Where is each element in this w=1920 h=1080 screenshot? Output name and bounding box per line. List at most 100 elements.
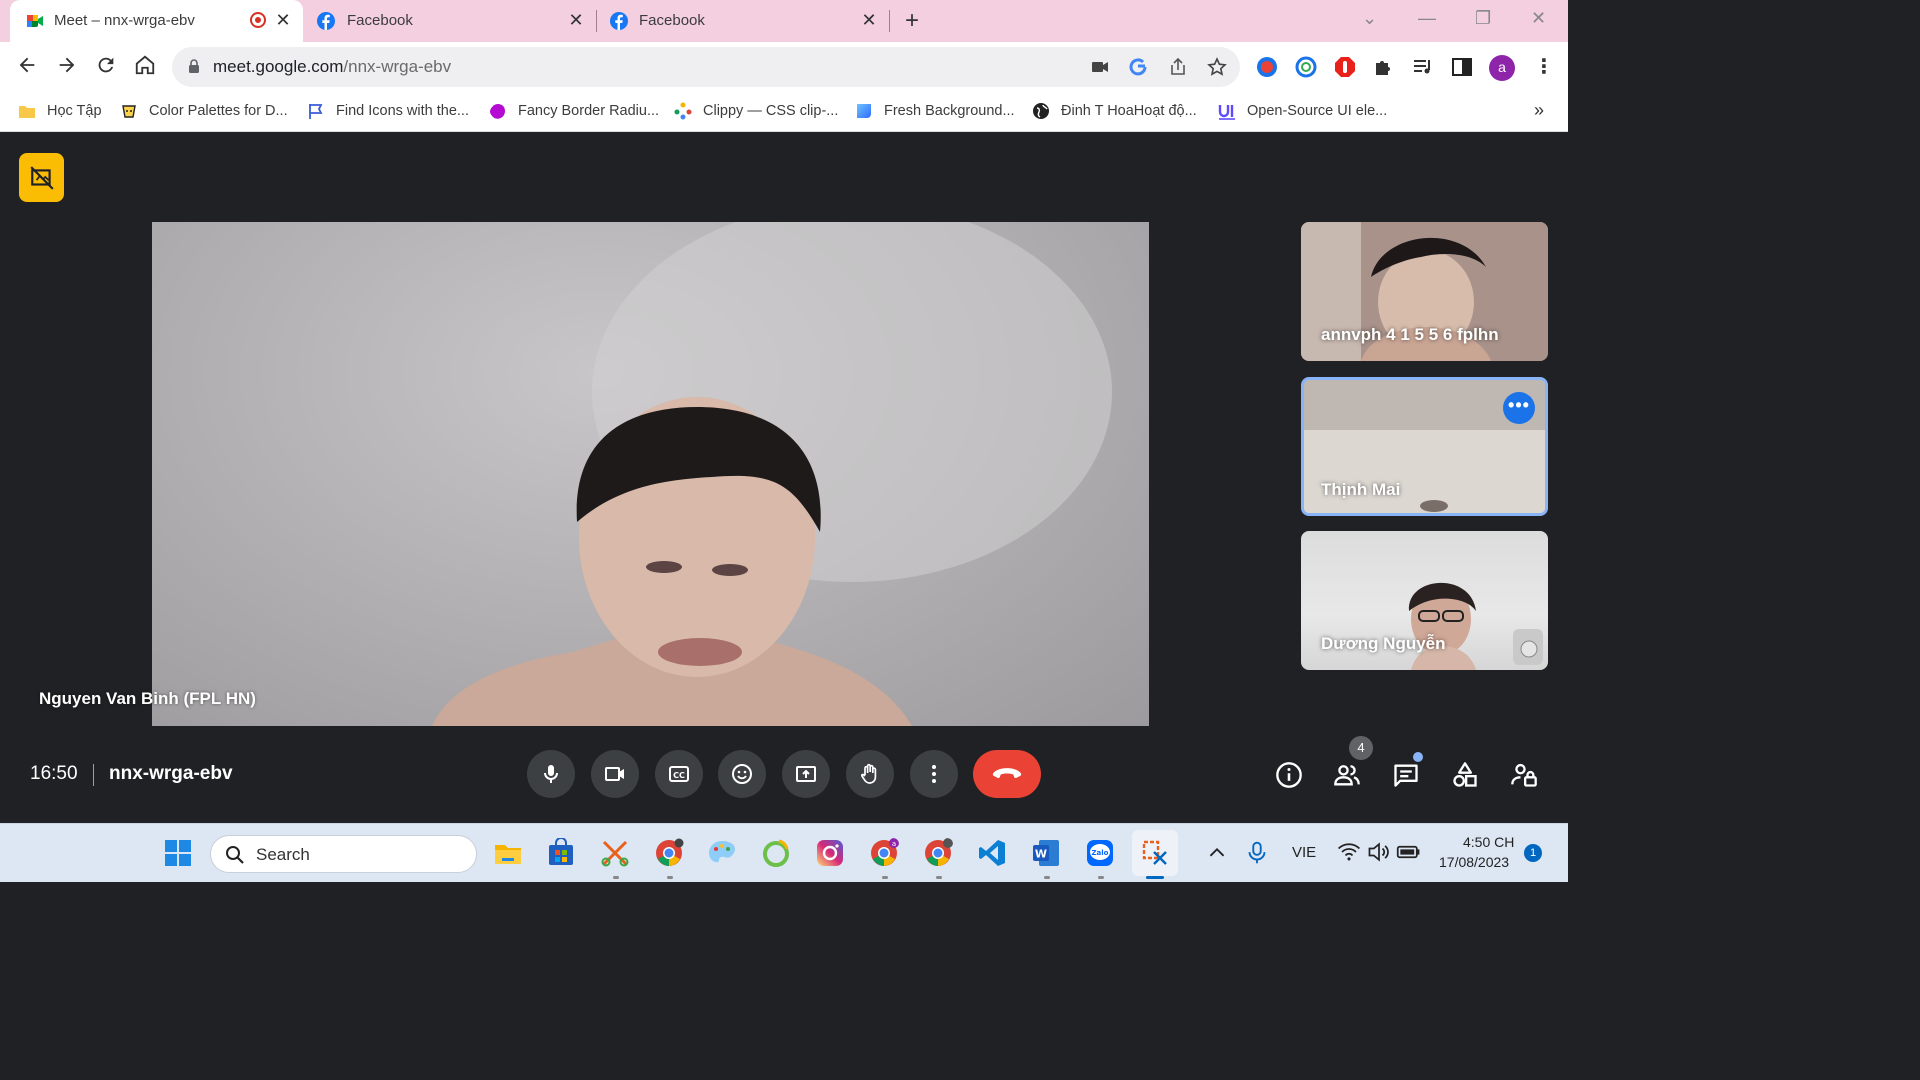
bookmark-fresh-background[interactable]: Fresh Background...	[855, 100, 1015, 122]
microphone-button[interactable]	[527, 750, 575, 798]
new-tab-button[interactable]: +	[905, 9, 919, 33]
running-indicator-active	[1146, 876, 1164, 879]
camera-button[interactable]	[591, 750, 639, 798]
home-icon	[135, 55, 155, 75]
globe-icon	[1033, 103, 1049, 119]
ui-icon	[1218, 105, 1235, 120]
running-indicator	[882, 876, 888, 879]
windows-start-icon[interactable]	[163, 838, 193, 868]
bottom-bar-divider	[93, 764, 94, 786]
host-controls-lock-icon	[1511, 763, 1537, 787]
raise-hand-button[interactable]	[846, 750, 894, 798]
participant-tile[interactable]: annvph 4 1 5 5 6 fplhn	[1301, 222, 1548, 361]
tray-time[interactable]: 4:50 CH	[1463, 834, 1514, 850]
bookmark-open-source-ui[interactable]: Open-Source UI ele...	[1218, 100, 1387, 122]
present-screen-button[interactable]	[782, 750, 830, 798]
captions-button[interactable]: CC	[655, 750, 703, 798]
present-screen-icon	[796, 766, 816, 782]
battery-icon[interactable]	[1396, 839, 1422, 865]
adblock-extension-icon[interactable]	[1334, 56, 1356, 78]
chat-button[interactable]	[1391, 760, 1421, 790]
extension-2-icon[interactable]	[1295, 56, 1317, 78]
bookmark-dinh-t-hoa[interactable]: Đinh T HoaHoạt độ...	[1032, 100, 1197, 122]
close-window-button[interactable]: ✕	[1531, 8, 1546, 29]
people-button[interactable]	[1332, 760, 1362, 790]
browser-menu-button[interactable]: ⋮	[1534, 54, 1554, 80]
word-icon[interactable]: W	[1031, 838, 1061, 868]
bookmark-clippy[interactable]: Clippy — CSS clip-...	[674, 100, 838, 122]
forward-button[interactable]	[54, 54, 80, 80]
side-panel-icon[interactable]	[1451, 56, 1473, 78]
leave-call-button[interactable]	[973, 750, 1041, 798]
host-controls-button[interactable]	[1509, 760, 1539, 790]
input-language[interactable]: VIE	[1292, 844, 1316, 861]
framing-off-button[interactable]	[19, 153, 64, 202]
microphone-tray-icon[interactable]	[1243, 839, 1271, 867]
tab-search-chevron-icon[interactable]: ⌄	[1362, 8, 1377, 29]
tab-meet[interactable]: Meet – nnx-wrga-ebv ✕	[10, 0, 303, 42]
back-button[interactable]	[14, 54, 40, 80]
chrome-profile-an-icon[interactable]	[923, 838, 953, 868]
chrome-profile-a-icon[interactable]: a	[869, 838, 899, 868]
meet-stage: Nguyen Van Binh (FPL HN) annvph 4 1 5 5 …	[0, 133, 1568, 823]
taskbar-search-box[interactable]: Search	[210, 835, 477, 873]
share-icon[interactable]	[1168, 57, 1188, 77]
extensions-puzzle-icon[interactable]	[1373, 56, 1395, 78]
microsoft-store-icon[interactable]	[546, 838, 576, 868]
volume-icon[interactable]	[1366, 839, 1392, 865]
paint-icon[interactable]	[707, 838, 737, 868]
instagram-icon[interactable]	[815, 838, 845, 868]
bookmark-label: Color Palettes for D...	[149, 103, 288, 119]
address-bar[interactable]: meet.google.com/nnx-wrga-ebv	[172, 47, 1240, 87]
bookmark-folder-hoc-tap[interactable]: Học Tập	[18, 100, 102, 122]
microphone-icon	[544, 765, 558, 783]
meeting-details-button[interactable]	[1274, 760, 1304, 790]
google-lens-icon[interactable]	[1128, 57, 1148, 77]
palette-icon	[122, 105, 136, 118]
arrow-left-icon	[19, 57, 35, 73]
tab-facebook-1[interactable]: Facebook ✕	[306, 0, 594, 42]
reactions-button[interactable]	[718, 750, 766, 798]
tab-close-icon[interactable]: ✕	[566, 10, 586, 30]
tab-close-icon[interactable]: ✕	[273, 10, 293, 30]
bookmark-color-palettes[interactable]: Color Palettes for D...	[120, 100, 288, 122]
participant-tile[interactable]: Dương Nguyễn	[1301, 531, 1548, 670]
restore-button[interactable]: ❐	[1475, 8, 1491, 29]
file-explorer-icon[interactable]	[493, 838, 523, 868]
wifi-icon[interactable]	[1336, 839, 1362, 865]
tray-date[interactable]: 17/08/2023	[1439, 854, 1509, 870]
bookmark-find-icons[interactable]: Find Icons with the...	[307, 100, 469, 122]
activities-shapes-icon	[1453, 762, 1477, 787]
tray-overflow-chevron-icon[interactable]	[1203, 839, 1231, 867]
facebook-icon	[610, 12, 628, 30]
bookmark-star-icon[interactable]	[1207, 57, 1227, 77]
bookmarks-overflow-icon[interactable]: »	[1534, 100, 1544, 121]
bookmark-label: Clippy — CSS clip-...	[703, 103, 839, 119]
more-options-button[interactable]	[910, 750, 958, 798]
more-options-icon[interactable]: •••	[1503, 392, 1535, 424]
reload-button[interactable]	[93, 54, 119, 80]
media-controls-icon[interactable]	[1412, 56, 1434, 78]
bookmarks-bar: Học Tập Color Palettes for D... Find Ico…	[0, 92, 1568, 132]
home-button[interactable]	[132, 54, 158, 80]
bookmark-fancy-border[interactable]: Fancy Border Radiu...	[489, 100, 659, 122]
camera-in-use-icon[interactable]	[1090, 57, 1110, 77]
chrome-icon[interactable]	[654, 838, 684, 868]
activities-button[interactable]	[1450, 760, 1480, 790]
profile-avatar[interactable]: a	[1489, 55, 1515, 81]
notification-count-badge[interactable]: 1	[1524, 844, 1542, 862]
minimize-button[interactable]: —	[1418, 8, 1436, 29]
participant-tile-highlighted[interactable]: ••• Thịnh Mai	[1301, 377, 1548, 516]
tab-facebook-2[interactable]: Facebook ✕	[598, 0, 886, 42]
snip-sketch-icon[interactable]	[1140, 838, 1170, 868]
green-app-icon[interactable]	[761, 838, 791, 868]
participant-silhouette	[432, 222, 1112, 726]
zalo-icon[interactable]: Zalo	[1085, 838, 1115, 868]
tab-close-icon[interactable]: ✕	[859, 10, 879, 30]
extension-1-icon[interactable]	[1256, 56, 1278, 78]
raise-hand-icon	[861, 763, 877, 784]
vscode-icon[interactable]	[977, 838, 1007, 868]
main-participant-video[interactable]	[152, 222, 1149, 726]
snipping-tool-icon[interactable]	[600, 838, 630, 868]
url-text: meet.google.com/nnx-wrga-ebv	[213, 57, 451, 77]
